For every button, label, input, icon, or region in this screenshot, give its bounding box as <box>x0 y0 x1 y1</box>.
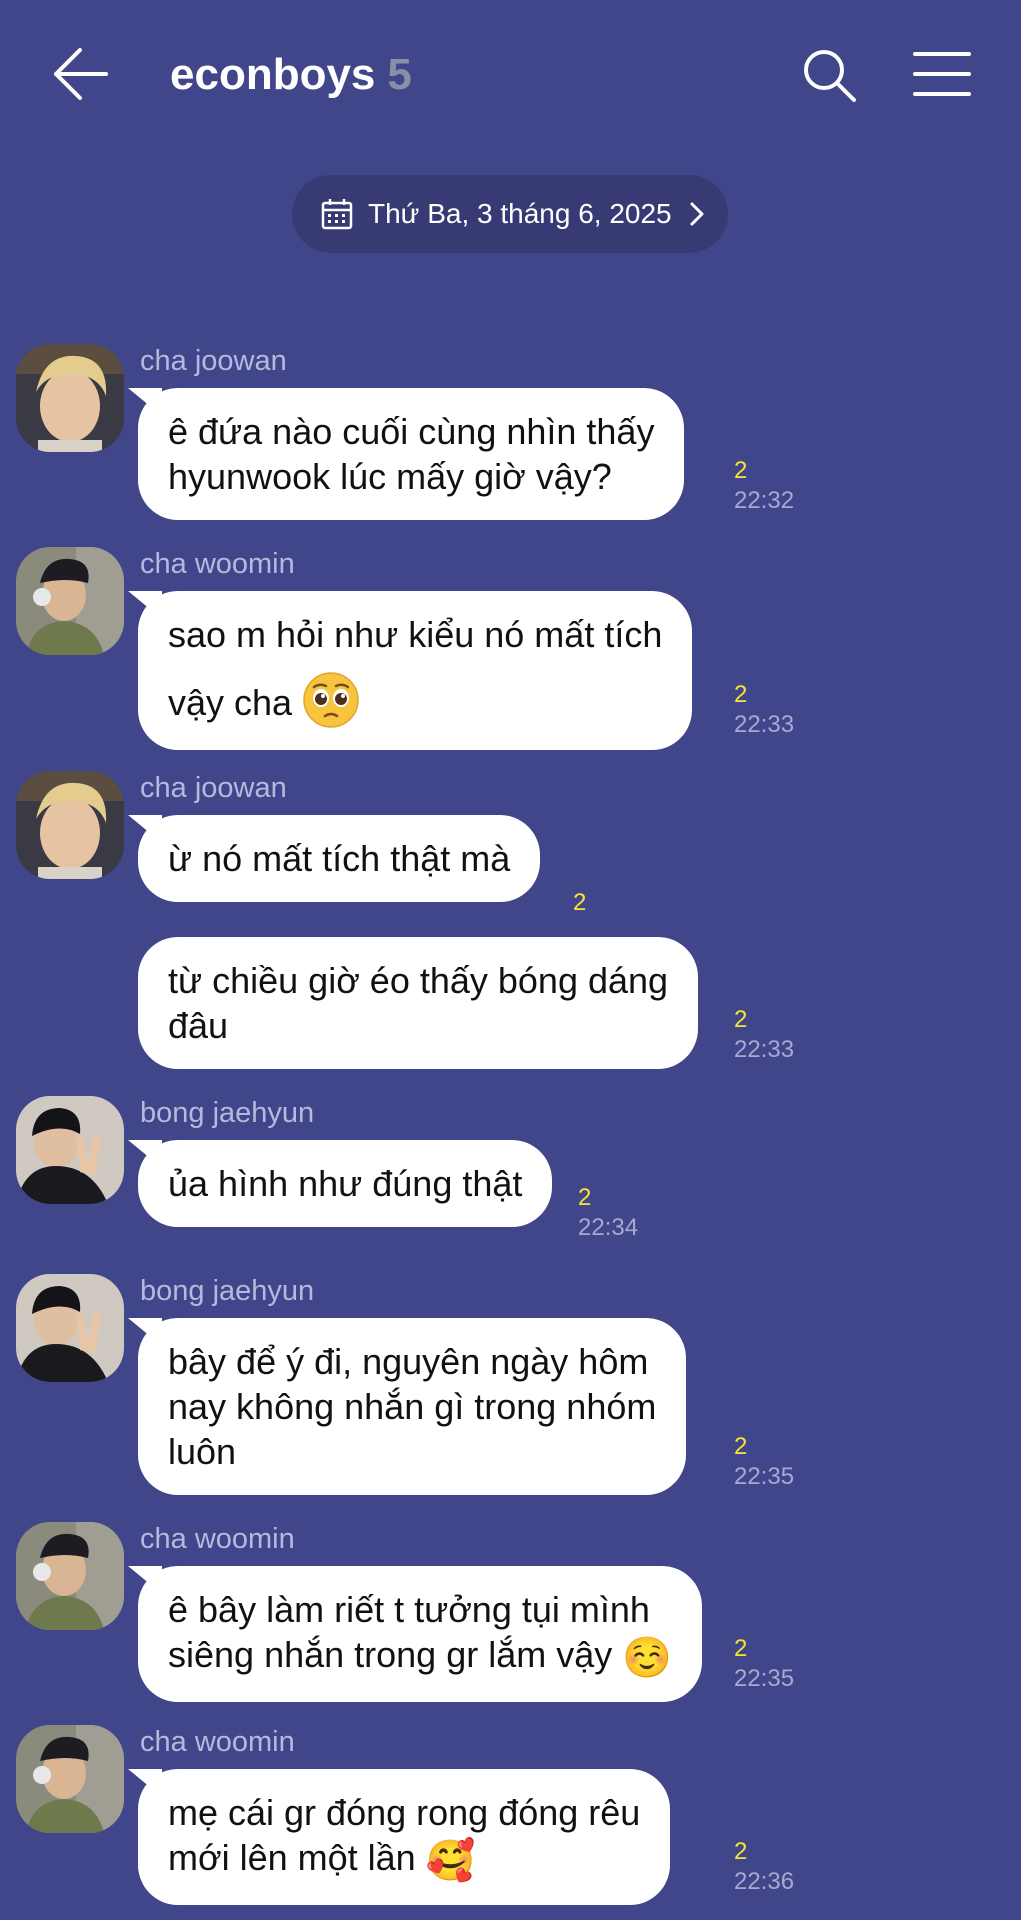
sender-name: cha joowan <box>140 772 287 804</box>
message-bubble[interactable]: từ chiều giờ éo thấy bóng dáng đâu <box>138 937 699 1069</box>
message-meta: 2 22:35 <box>734 1432 794 1492</box>
message-bubble[interactable]: sao m hỏi như kiểu nó mất tích vậy cha <box>138 591 693 750</box>
message-text: luôn <box>168 1431 237 1472</box>
message-time: 22:35 <box>734 1463 795 1490</box>
chat-header: econboys 5 <box>0 0 1021 150</box>
message-text: ừ nó mất tích thật mà <box>168 838 511 879</box>
unread-count: 2 <box>734 681 748 708</box>
message-time: 22:35 <box>734 1665 795 1692</box>
message-time: 22:33 <box>734 1036 795 1063</box>
sender-name: cha joowan <box>140 345 287 377</box>
avatar-cha-woomin[interactable] <box>16 1522 124 1630</box>
message-meta: 2 22:35 <box>734 1634 794 1694</box>
message-text: từ chiều giờ éo thấy bóng dáng <box>168 960 669 1001</box>
message-time: 22:36 <box>734 1868 795 1895</box>
message-bubble[interactable]: mẹ cái gr đóng rong đóng rêu mới lên một… <box>138 1769 671 1905</box>
unread-count: 2 <box>573 889 587 916</box>
sender-name: bong jaehyun <box>140 1097 315 1129</box>
message-meta: 2 22:32 <box>734 456 794 516</box>
avatar-bong-jaehyun[interactable] <box>16 1096 124 1204</box>
message-text: ê bây làm riết t tưởng tụi mình <box>168 1589 650 1630</box>
message-text: hyunwook lúc mấy giờ vậy? <box>168 456 612 497</box>
unread-count: 2 <box>734 1838 748 1865</box>
back-arrow-icon[interactable] <box>52 46 110 102</box>
date-divider[interactable]: Thứ Ba, 3 tháng 6, 2025 <box>292 175 728 253</box>
message-text: ủa hình như đúng thật <box>168 1163 523 1204</box>
sender-name: cha woomin <box>140 1523 295 1555</box>
avatar-cha-woomin[interactable] <box>16 1725 124 1833</box>
message-text: vậy cha <box>168 682 293 723</box>
unread-count: 2 <box>734 457 748 484</box>
chat-screen: econboys 5 Thứ Ba, 3 tháng 6, 2025 cha j… <box>0 0 1021 1920</box>
sender-name: bong jaehyun <box>140 1275 315 1307</box>
message-meta: 2 22:36 <box>734 1837 794 1897</box>
chat-title: econboys 5 <box>170 50 412 100</box>
message-bubble[interactable]: ủa hình như đúng thật <box>138 1140 553 1227</box>
menu-icon[interactable] <box>912 50 972 100</box>
message-bubble[interactable]: ừ nó mất tích thật mà <box>138 815 541 902</box>
avatar-cha-joowan[interactable] <box>16 771 124 879</box>
message-meta: 2 <box>573 888 586 918</box>
sender-name: cha woomin <box>140 1726 295 1758</box>
avatar-bong-jaehyun[interactable] <box>16 1274 124 1382</box>
message-time: 22:33 <box>734 711 795 738</box>
message-time: 22:32 <box>734 487 795 514</box>
message-text: mẹ cái gr đóng rong đóng rêu <box>168 1792 641 1833</box>
smiling-face-with-hearts-icon: 🥰 <box>425 1838 476 1884</box>
chat-name: econboys <box>170 50 376 99</box>
avatar-cha-joowan[interactable] <box>16 344 124 452</box>
message-text: bây để ý đi, nguyên ngày hôm <box>168 1341 649 1382</box>
message-text: sao m hỏi như kiểu nó mất tích <box>168 614 663 655</box>
message-text: đâu <box>168 1005 229 1046</box>
message-text: nay không nhắn gì trong nhóm <box>168 1386 657 1427</box>
message-meta: 2 22:34 <box>578 1183 638 1243</box>
sender-name: cha woomin <box>140 548 295 580</box>
unread-count: 2 <box>578 1184 592 1211</box>
smiling-face-icon: ☺️ <box>622 1635 673 1681</box>
avatar-cha-woomin[interactable] <box>16 547 124 655</box>
message-bubble[interactable]: bây để ý đi, nguyên ngày hôm nay không n… <box>138 1318 687 1495</box>
pleading-face-icon <box>302 671 360 729</box>
message-bubble[interactable]: ê đứa nào cuối cùng nhìn thấy hyunwook l… <box>138 388 685 520</box>
member-count: 5 <box>387 50 412 99</box>
date-label: Thứ Ba, 3 tháng 6, 2025 <box>368 198 672 229</box>
message-bubble[interactable]: ê bây làm riết t tưởng tụi mình siêng nh… <box>138 1566 703 1702</box>
calendar-icon <box>320 197 354 231</box>
message-text: mới lên một lần <box>168 1837 416 1878</box>
message-text: ê đứa nào cuối cùng nhìn thấy <box>168 411 655 452</box>
message-meta: 2 22:33 <box>734 680 794 740</box>
search-icon[interactable] <box>800 46 860 106</box>
message-time: 22:34 <box>578 1214 639 1241</box>
unread-count: 2 <box>734 1433 748 1460</box>
message-text: siêng nhắn trong gr lắm vậy <box>168 1634 613 1675</box>
chevron-right-icon <box>686 199 708 229</box>
message-meta: 2 22:33 <box>734 1005 794 1065</box>
unread-count: 2 <box>734 1635 748 1662</box>
unread-count: 2 <box>734 1006 748 1033</box>
